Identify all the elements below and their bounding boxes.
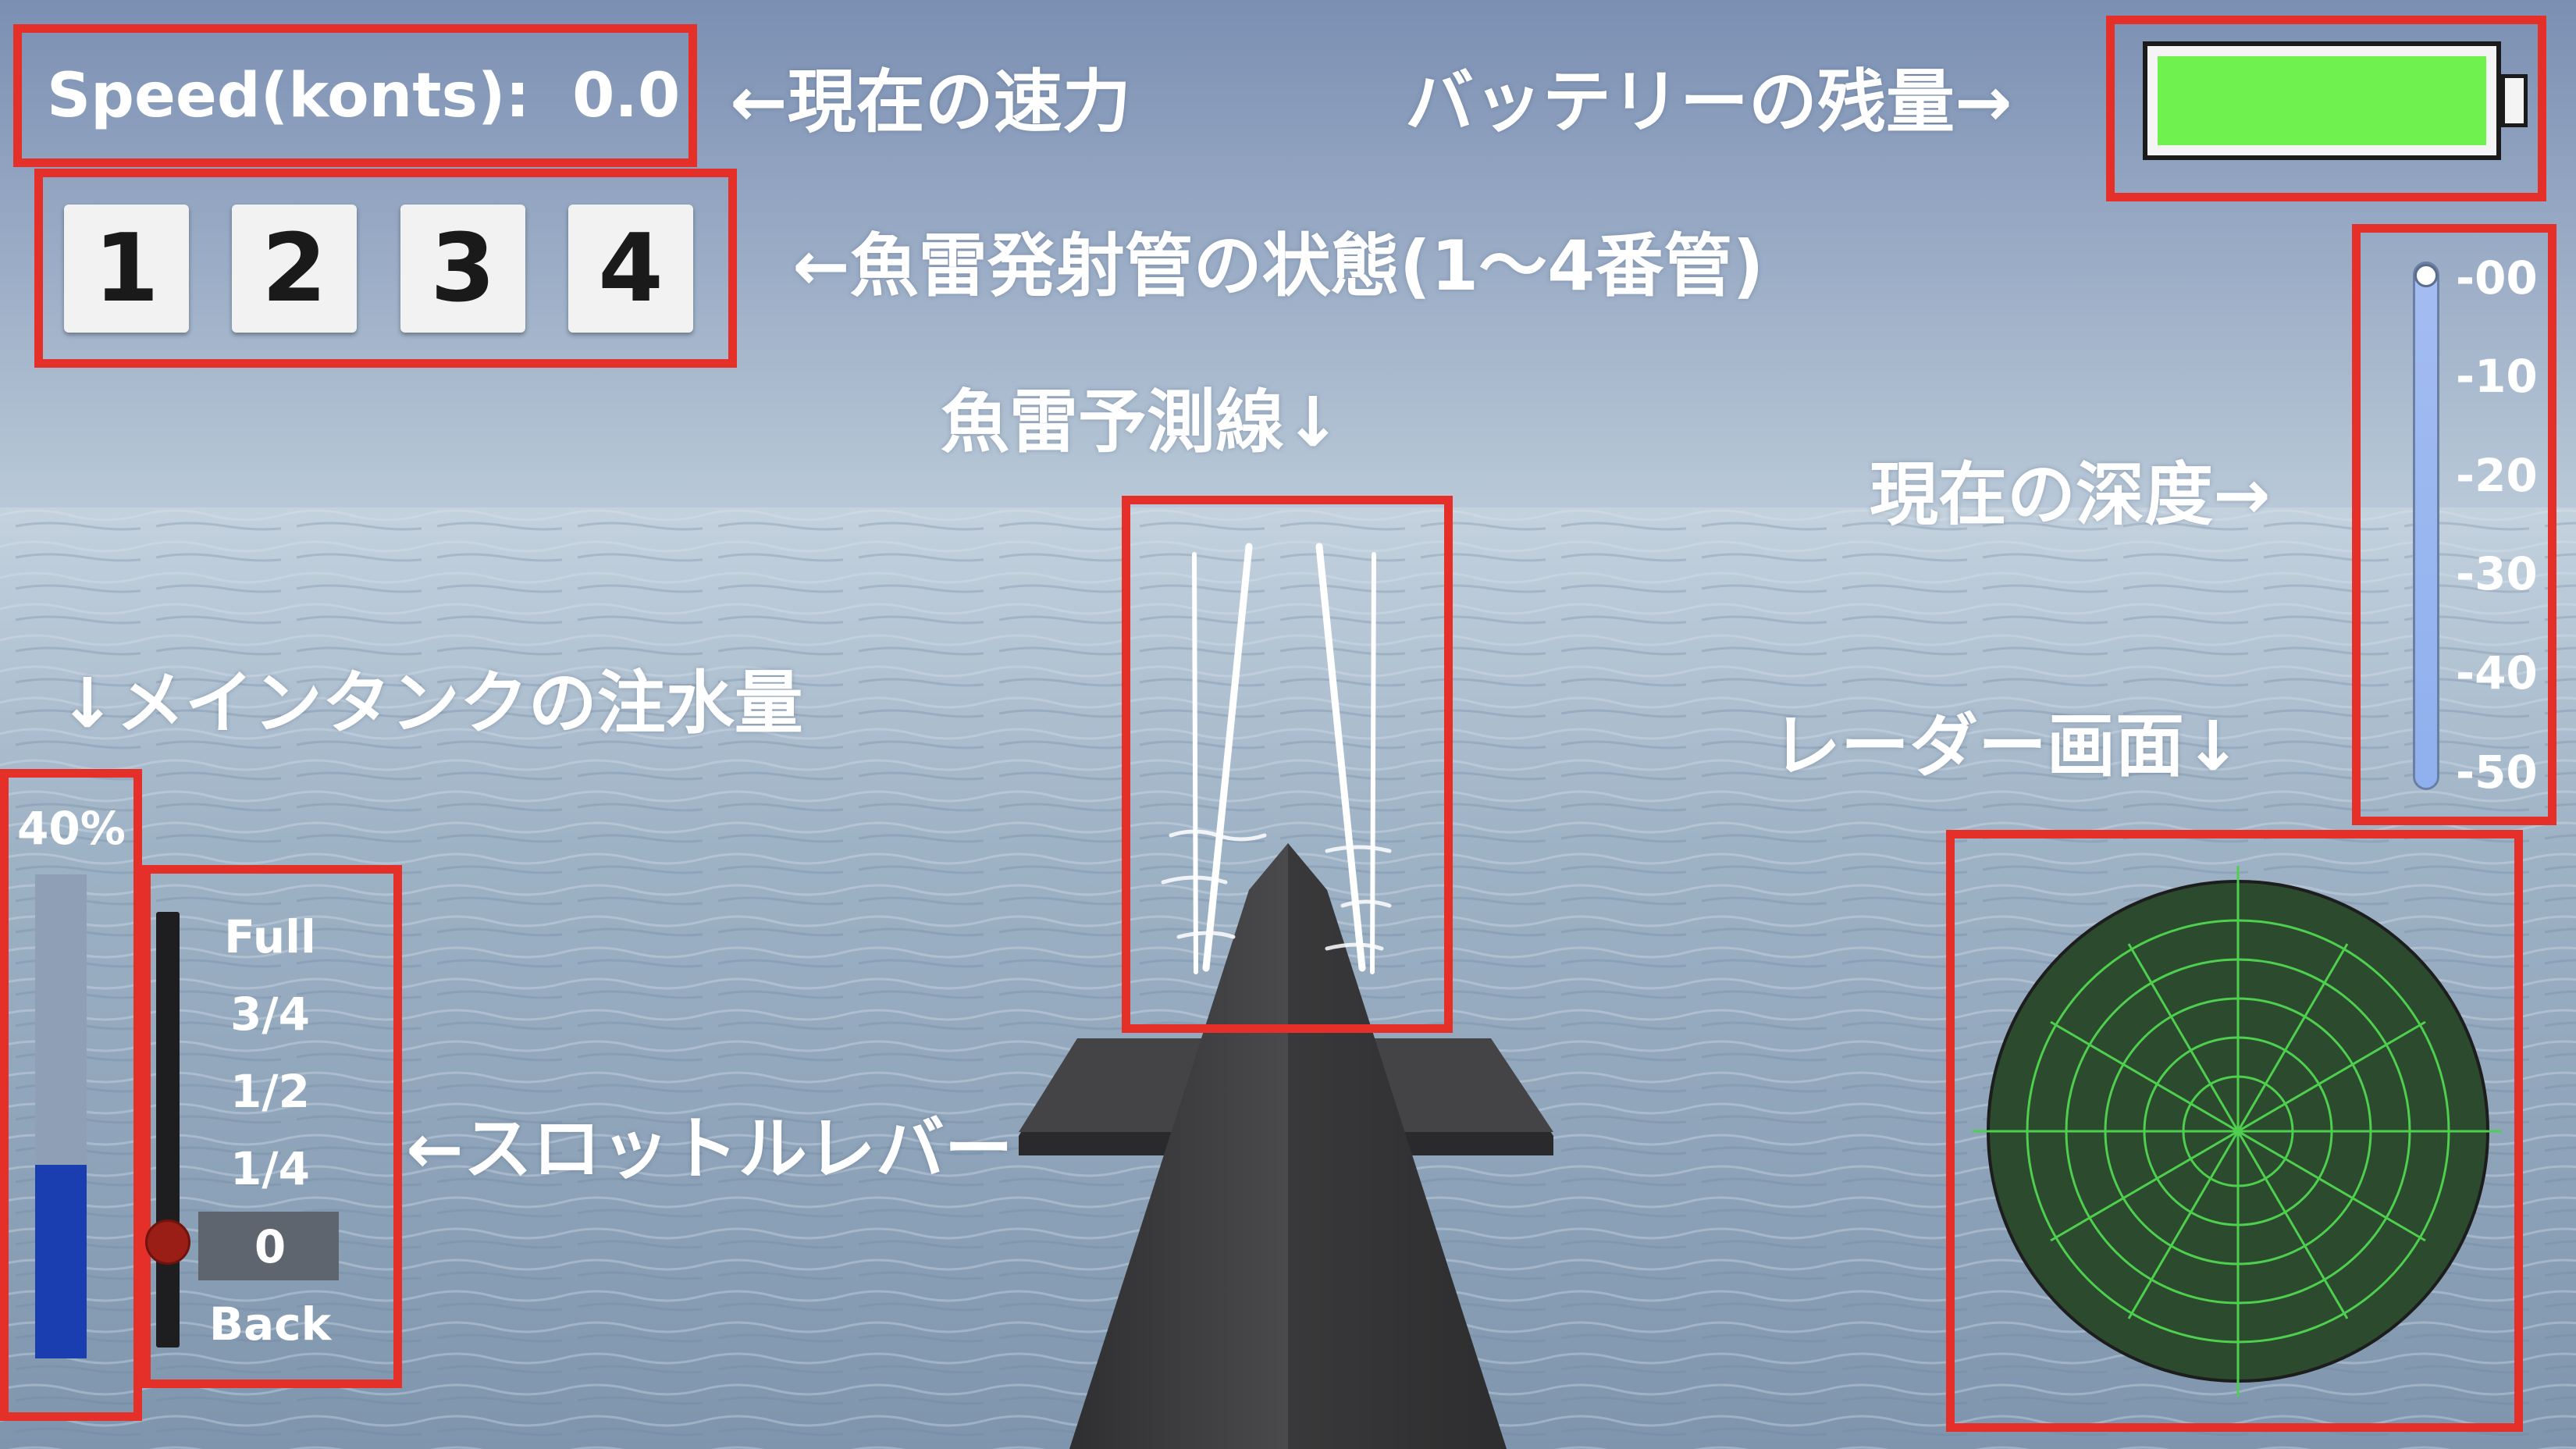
- main-tank-percent: 40%: [17, 802, 126, 855]
- throttle-option-3-4[interactable]: 3/4: [184, 992, 356, 1037]
- battery-level-fill: [2158, 56, 2486, 145]
- annotation-battery: バッテリーの残量→: [1405, 62, 2012, 142]
- annotation-depth: 現在の深度→: [1870, 454, 2271, 535]
- depth-label-30: -30: [2456, 547, 2538, 600]
- battery-terminal: [2501, 74, 2528, 127]
- throttle-option-back[interactable]: Back: [184, 1301, 356, 1347]
- throttle-slider-track[interactable]: [156, 912, 180, 1348]
- depth-label-50: -50: [2456, 746, 2538, 799]
- depth-label-00: -00: [2456, 251, 2538, 304]
- main-tank-gauge: [35, 874, 87, 1358]
- depth-gauge-track: [2413, 262, 2439, 790]
- annotation-throttle: ←スロットルレバー: [406, 1109, 1013, 1189]
- depth-label-10: -10: [2456, 350, 2538, 403]
- depth-label-40: -40: [2456, 646, 2538, 700]
- throttle-option-1-2[interactable]: 1/2: [184, 1069, 356, 1114]
- depth-highlight-box: [2352, 224, 2556, 825]
- torpedo-tube-1[interactable]: 1: [64, 205, 189, 333]
- throttle-option-1-4[interactable]: 1/4: [184, 1146, 356, 1191]
- annotation-main-tank: ↓メインタンクの注水量: [59, 663, 803, 743]
- prediction-highlight-box: [1122, 496, 1453, 1033]
- speed-readout: Speed(konts): 0.0: [47, 66, 680, 126]
- torpedo-tube-3[interactable]: 3: [400, 205, 525, 333]
- torpedo-tube-4[interactable]: 4: [568, 205, 693, 333]
- battery-indicator: [2143, 41, 2501, 160]
- annotation-prediction: 魚雷予測線↓: [941, 382, 1342, 462]
- torpedo-tube-1-label: 1: [94, 214, 159, 323]
- torpedo-tube-2-label: 2: [262, 214, 327, 323]
- main-tank-fill: [35, 1165, 87, 1358]
- annotation-speed: ←現在の速力: [730, 62, 1131, 142]
- depth-indicator-knob: [2414, 264, 2438, 287]
- throttle-option-full[interactable]: Full: [184, 914, 356, 959]
- torpedo-tube-3-label: 3: [430, 214, 496, 323]
- radar-screen: [1973, 866, 2502, 1397]
- speed-label: Speed(konts):: [47, 61, 530, 131]
- annotation-radar: レーダー画面↓: [1772, 706, 2242, 786]
- depth-label-20: -20: [2456, 449, 2538, 502]
- torpedo-tube-4-label: 4: [598, 214, 664, 323]
- speed-value: 0.0: [572, 61, 681, 131]
- annotation-torpedo-tubes: ←魚雷発射管の状態(1〜4番管): [792, 226, 1764, 306]
- throttle-option-0[interactable]: 0: [184, 1224, 356, 1269]
- torpedo-tube-2[interactable]: 2: [232, 205, 357, 333]
